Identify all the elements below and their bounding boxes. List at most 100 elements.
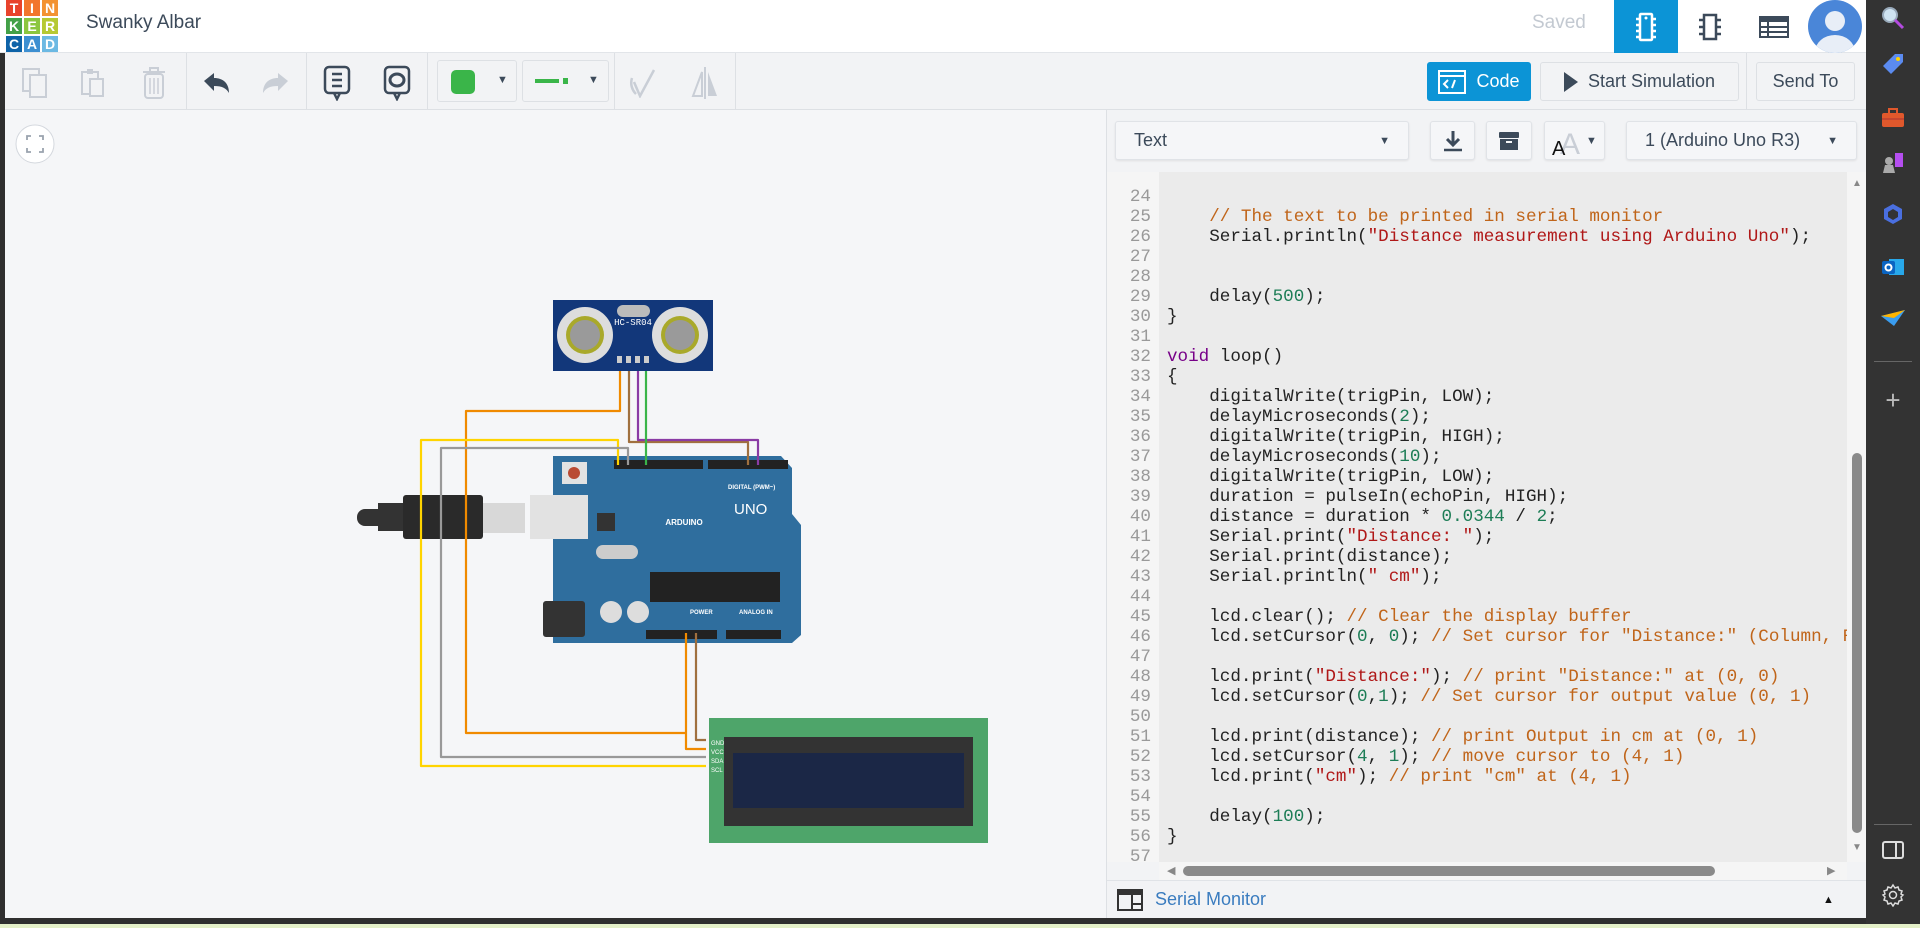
code-line[interactable]: digitalWrite(trigPin, LOW); — [1167, 467, 1494, 487]
scroll-up-arrow-icon[interactable]: ▲ — [1852, 178, 1862, 189]
code-line[interactable]: Serial.print(distance); — [1167, 547, 1452, 567]
code-token: // The text to be printed in serial moni… — [1209, 207, 1664, 227]
toolbox-icon[interactable] — [1878, 103, 1908, 133]
copilot-icon[interactable] — [1878, 199, 1908, 229]
line-number: 47 — [1129, 647, 1151, 667]
font-size-dropdown[interactable]: AA ▼ — [1544, 121, 1605, 160]
libraries-button[interactable] — [1486, 121, 1532, 160]
code-token: ); — [1789, 227, 1812, 247]
expand-serial-monitor-icon[interactable]: ▲ — [1823, 894, 1834, 906]
code-line[interactable]: } — [1167, 307, 1178, 327]
code-line[interactable]: delayMicroseconds(2); — [1167, 407, 1431, 427]
line-number: 42 — [1129, 547, 1151, 567]
line-number: 54 — [1129, 787, 1151, 807]
send-to-button[interactable]: Send To — [1756, 62, 1855, 101]
line-number: 45 — [1129, 607, 1151, 627]
lcd-16x2-i2c[interactable]: GND VCC SDA SCL — [709, 718, 988, 843]
code-line[interactable]: lcd.print("cm"); // print "cm" at (4, 1) — [1167, 767, 1631, 787]
code-line[interactable]: lcd.setCursor(0, 0); // Set cursor for "… — [1167, 627, 1847, 647]
code-line[interactable]: { — [1167, 367, 1178, 387]
code-line[interactable]: lcd.print(distance); // print Output in … — [1167, 727, 1758, 747]
code-line[interactable]: digitalWrite(trigPin, HIGH); — [1167, 427, 1505, 447]
code-token: // print Output in cm at (0, 1) — [1430, 727, 1759, 747]
code-button[interactable]: Code — [1427, 62, 1531, 101]
arduino-uno-board[interactable]: UNO ARDUINO DIGITAL (PWM~) POWER ANALOG … — [530, 456, 801, 643]
add-icon[interactable]: + — [1878, 385, 1908, 415]
line-number: 28 — [1129, 267, 1151, 287]
vertical-scrollbar[interactable]: ▲ ▼ — [1847, 172, 1867, 862]
code-token: , — [1367, 687, 1379, 707]
wire-gnd-brown[interactable] — [694, 633, 706, 742]
code-line[interactable]: digitalWrite(trigPin, LOW); — [1167, 387, 1494, 407]
outlook-icon[interactable] — [1878, 252, 1908, 282]
ultrasonic-sensor-hc-sr04[interactable]: HC-SR04 — [553, 300, 713, 371]
code-line[interactable]: Serial.println("Distance measurement usi… — [1167, 227, 1811, 247]
scroll-down-arrow-icon[interactable]: ▼ — [1852, 842, 1862, 853]
code-token: 0 — [1357, 687, 1368, 707]
horizontal-scrollbar-thumb[interactable] — [1183, 866, 1715, 876]
line-number: 51 — [1129, 727, 1151, 747]
code-mode-dropdown[interactable]: Text ▼ — [1115, 121, 1409, 160]
scroll-right-arrow-icon[interactable]: ▶ — [1827, 864, 1835, 877]
download-code-button[interactable] — [1430, 121, 1475, 160]
horizontal-scrollbar[interactable]: ◀ ▶ — [1159, 862, 1847, 880]
board-label-analog: ANALOG IN — [739, 610, 773, 616]
line-number: 53 — [1129, 767, 1151, 787]
line-number: 44 — [1129, 587, 1151, 607]
download-icon — [1443, 130, 1462, 151]
line-number: 26 — [1129, 227, 1151, 247]
code-line[interactable]: } — [1167, 827, 1178, 847]
code-line[interactable]: lcd.setCursor(4, 1); // move cursor to (… — [1167, 747, 1684, 767]
code-button-label: Code — [1476, 71, 1520, 91]
split-view-icon[interactable] — [1878, 835, 1908, 865]
wire-echo-purple[interactable] — [636, 371, 760, 465]
code-line[interactable]: delayMicroseconds(10); — [1167, 447, 1442, 467]
start-simulation-button[interactable]: Start Simulation — [1540, 62, 1739, 101]
user-avatar[interactable] — [1808, 0, 1862, 53]
code-token: Serial.println( — [1167, 227, 1368, 247]
code-line[interactable]: lcd.clear(); // Clear the display buffer — [1167, 607, 1631, 627]
vertical-scrollbar-thumb[interactable] — [1852, 453, 1862, 833]
component-list-tab[interactable] — [1742, 0, 1806, 53]
code-line[interactable]: lcd.print("Distance:"); // print "Distan… — [1167, 667, 1779, 687]
chevron-down-icon: ▼ — [1586, 134, 1597, 147]
chevron-down-icon: ▼ — [1379, 134, 1390, 147]
code-token: ); — [1420, 447, 1442, 467]
line-number: 57 — [1129, 847, 1151, 862]
board-label-uno: UNO — [734, 501, 767, 518]
code-line[interactable]: Serial.print("Distance: "); — [1167, 527, 1494, 547]
lcd-pin-scl: SCL — [711, 768, 723, 774]
code-token: ); — [1388, 687, 1421, 707]
code-editor[interactable]: 24 25 26 27 28 29 30 31 32 33 34 35 36 37 38 39 40 41 42 43… — [1107, 172, 1847, 862]
code-token: 500 — [1272, 287, 1305, 307]
code-line[interactable]: delay(500); — [1167, 287, 1325, 307]
games-icon[interactable] — [1878, 148, 1908, 178]
serial-monitor-bar[interactable]: Serial Monitor ▲ — [1107, 880, 1867, 918]
component-list-icon — [1759, 15, 1789, 38]
code-line[interactable]: lcd.setCursor(0,1); // Set cursor for ou… — [1167, 687, 1811, 707]
search-icon[interactable] — [1878, 3, 1908, 33]
code-token: } — [1167, 827, 1178, 847]
code-token: // Set cursor for output value (0, 1) — [1420, 687, 1812, 707]
device-dropdown[interactable]: 1 (Arduino Uno R3) ▼ — [1626, 121, 1857, 160]
code-line[interactable]: // The text to be printed in serial moni… — [1167, 207, 1663, 227]
sensor-label: HC-SR04 — [614, 318, 652, 328]
circuit-view-tab[interactable] — [1614, 0, 1678, 53]
code-line[interactable]: distance = duration * 0.0344 / 2; — [1167, 507, 1557, 527]
settings-icon[interactable] — [1878, 880, 1908, 910]
line-number: 50 — [1129, 707, 1151, 727]
telegram-send-icon[interactable] — [1878, 303, 1908, 333]
code-line[interactable]: Serial.println(" cm"); — [1167, 567, 1441, 587]
scroll-left-arrow-icon[interactable]: ◀ — [1167, 864, 1175, 877]
code-text[interactable]: // The text to be printed in serial moni… — [1167, 172, 1847, 862]
shopping-tag-icon[interactable] — [1878, 49, 1908, 79]
code-token: Serial.println( — [1167, 567, 1368, 587]
code-token: ); — [1430, 667, 1463, 687]
schematic-view-tab[interactable] — [1678, 0, 1742, 53]
schematic-view-icon — [1699, 13, 1721, 40]
bottom-status-strip — [0, 924, 1920, 928]
code-line[interactable]: duration = pulseIn(echoPin, HIGH); — [1167, 487, 1568, 507]
code-line[interactable]: delay(100); — [1167, 807, 1325, 827]
code-line[interactable]: void loop() — [1167, 347, 1283, 367]
